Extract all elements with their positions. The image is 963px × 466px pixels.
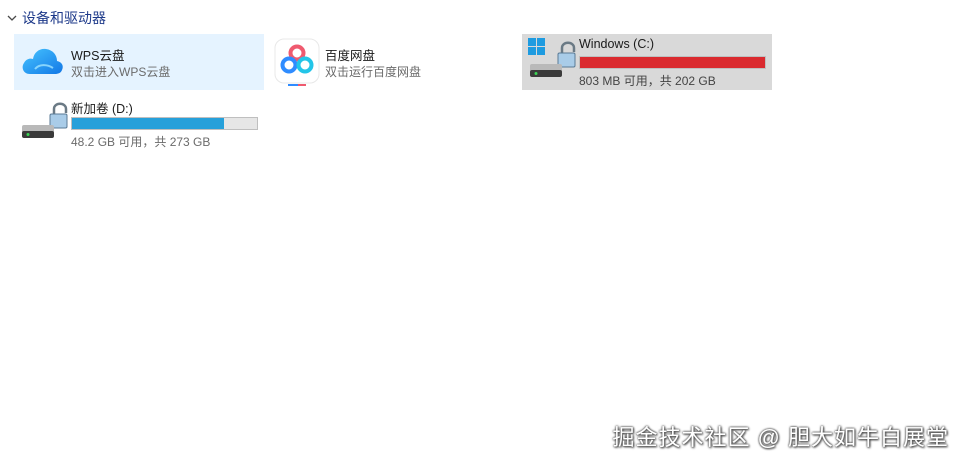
drive-c-usage-bar [579,56,766,69]
devices-drives-group-header[interactable]: 设备和驱动器 [5,8,106,28]
drive-d-usage-fill [72,118,224,129]
wps-cloud-name: WPS云盘 [71,49,125,63]
wps-cloud-icon [22,48,63,74]
chevron-down-icon[interactable] [5,11,19,25]
wps-cloud-tile[interactable]: WPS云盘 双击进入WPS云盘 [14,34,264,90]
drive-d-space-text: 48.2 GB 可用，共 273 GB [71,135,211,149]
watermark-text: 掘金技术社区 @ 胆大如牛白展堂 [612,425,949,450]
drive-d-usage-bar [71,117,258,130]
drive-c-name: Windows (C:) [579,37,655,51]
wps-cloud-subtitle: 双击进入WPS云盘 [71,65,171,79]
group-title: 设备和驱动器 [22,10,106,26]
drive-c-space-text: 803 MB 可用，共 202 GB [579,74,716,88]
drive-icon [22,102,68,138]
drive-c-usage-fill [580,57,765,68]
baidu-netdisk-tile[interactable]: 百度网盘 双击运行百度网盘 [268,34,518,90]
baidu-netdisk-icon [274,38,320,86]
drive-d-name: 新加卷 (D:) [71,102,133,116]
windows-drive-icon [528,38,576,77]
baidu-netdisk-subtitle: 双击运行百度网盘 [325,65,422,79]
baidu-netdisk-name: 百度网盘 [325,49,376,63]
drive-d-tile[interactable]: 新加卷 (D:) 48.2 GB 可用，共 273 GB [14,95,264,151]
drive-c-tile[interactable]: Windows (C:) 803 MB 可用，共 202 GB [522,34,772,90]
